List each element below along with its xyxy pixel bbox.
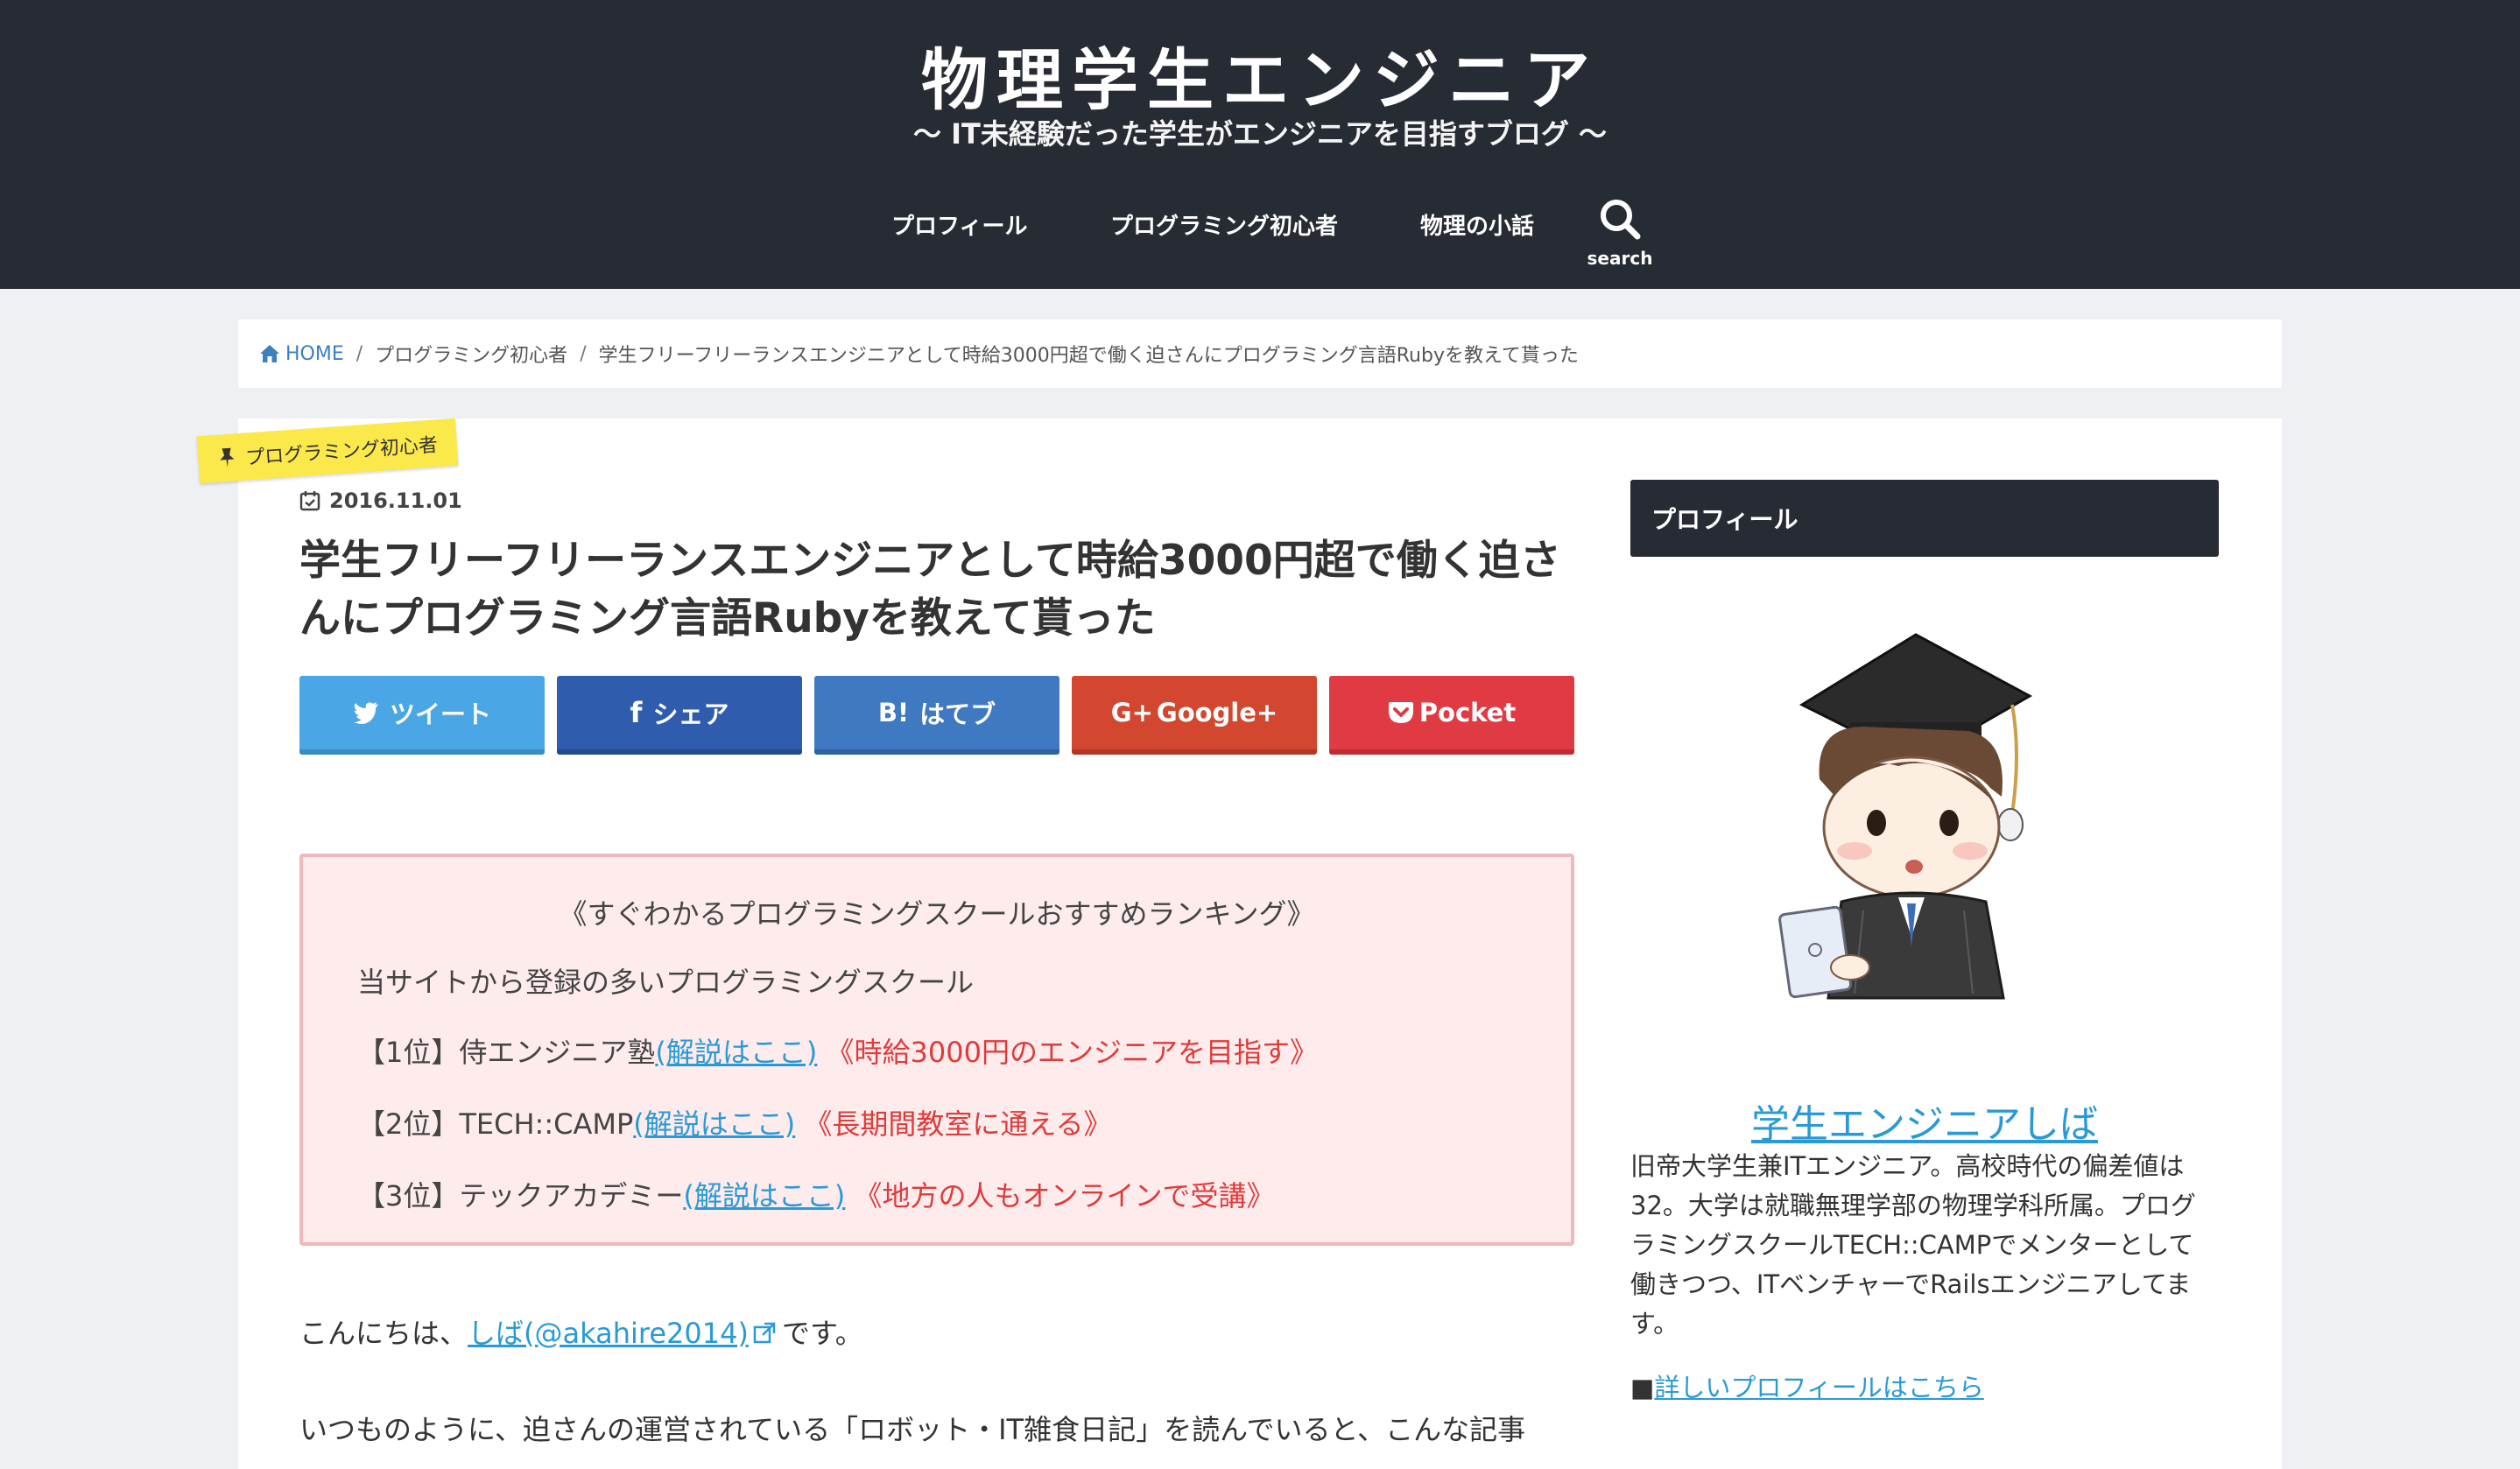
site-header: 物理学生エンジニア ～ IT未経験だった学生がエンジニアを目指すブログ ～ プロ…: [0, 0, 2520, 289]
facebook-icon: f: [630, 696, 643, 729]
sidebar-profile-heading: プロフィール: [1630, 480, 2219, 557]
search-button[interactable]: search: [1585, 197, 1655, 280]
breadcrumb-current: 学生フリーフリーランスエンジニアとして時給3000円超で働く迫さんにプログラミン…: [598, 345, 1579, 367]
external-link-icon: [753, 1322, 776, 1344]
post-title: 学生フリーフリーランスエンジニアとして時給3000円超で働く迫さんにプログラミン…: [299, 537, 1561, 643]
greeting-paragraph: こんにちは、しば(@akahire2014) です。: [299, 1311, 863, 1352]
breadcrumb: HOME / プログラミング初心者 / 学生フリーフリーランスエンジニアとして時…: [238, 320, 2282, 388]
share-twitter-label: ツイート: [389, 699, 491, 729]
greeting-before: こんにちは、: [299, 1317, 468, 1350]
ranking-item-1-note: 《時給3000円のエンジニアを目指す》: [826, 1036, 1318, 1069]
share-facebook-label: シェア: [652, 699, 729, 729]
ranking-item-2-note: 《長期間教室に通える》: [804, 1107, 1112, 1141]
ranking-intro: 当サイトから登録の多いプログラミングスクール: [357, 966, 975, 999]
ranking-heading: 《すぐわかるプログラミングスクールおすすめランキング》: [559, 897, 1315, 931]
body-paragraph: いつものように、迫さんの運営されている「ロボット・IT雑食日記」を読んでいると、…: [299, 1413, 1526, 1446]
profile-more-link[interactable]: 詳しいプロフィールはこちら: [1654, 1373, 1983, 1402]
hatena-icon: B!: [877, 698, 910, 727]
ranking-item-3-note: 《地方の人もオンラインで受講》: [854, 1179, 1275, 1212]
ranking-item-3-rank: 【3位】テックアカデミー: [357, 1179, 684, 1212]
search-icon: [1601, 200, 1641, 240]
post-date-text: 2016.11.01: [329, 488, 462, 513]
nav-item-beginner[interactable]: プログラミング初心者: [1110, 208, 1338, 241]
share-googleplus-label: Google+: [1156, 698, 1278, 727]
ranking-item-1: 【1位】侍エンジニア塾(解説はここ) 《時給3000円のエンジニアを目指す》: [357, 1030, 1318, 1071]
breadcrumb-separator: /: [355, 342, 363, 365]
profile-more: ■詳しいプロフィールはこちら: [1630, 1367, 1984, 1404]
profile-description: 旧帝大学生兼ITエンジニア。高校時代の偏差値は32。大学は就職無理学部の物理学科…: [1630, 1151, 2196, 1339]
profile-name-link[interactable]: 学生エンジニアしば: [1630, 1093, 2219, 1149]
breadcrumb-home-label: HOME: [285, 342, 344, 365]
nav-item-profile[interactable]: プロフィール: [891, 208, 1027, 241]
pin-icon: [220, 447, 235, 467]
share-hatena-button[interactable]: B! はてブ: [814, 676, 1059, 755]
pocket-icon: [1388, 702, 1413, 723]
nav-item-physics[interactable]: 物理の小話: [1420, 208, 1534, 241]
profile-avatar: [1778, 633, 2033, 1000]
breadcrumb-separator: /: [580, 342, 587, 365]
ranking-item-1-link[interactable]: (解説はここ): [655, 1036, 817, 1069]
ranking-item-2: 【2位】TECH::CAMP(解説はここ) 《長期間教室に通える》: [357, 1102, 1111, 1142]
share-googleplus-button[interactable]: G+ Google+: [1072, 676, 1317, 755]
google-plus-icon: G+: [1110, 698, 1153, 727]
ranking-item-3-link[interactable]: (解説はここ): [683, 1179, 845, 1212]
home-icon: [260, 345, 279, 362]
post-date: 2016.11.01: [299, 488, 462, 513]
breadcrumb-home[interactable]: HOME: [259, 343, 344, 365]
ranking-item-2-rank: 【2位】TECH::CAMP: [357, 1107, 634, 1141]
calendar-icon: [299, 491, 320, 511]
ranking-item-3: 【3位】テックアカデミー(解説はここ) 《地方の人もオンラインで受講》: [357, 1174, 1275, 1214]
share-facebook-button[interactable]: f シェア: [557, 676, 802, 755]
share-pocket-button[interactable]: Pocket: [1329, 676, 1574, 755]
greeting-after: です。: [781, 1317, 863, 1350]
share-hatena-label: はてブ: [919, 699, 996, 729]
ranking-box: 《すぐわかるプログラミングスクールおすすめランキング》 当サイトから登録の多いプ…: [299, 854, 1574, 1246]
ranking-item-1-rank: 【1位】侍エンジニア塾: [357, 1036, 656, 1069]
profile-more-bullet: ■: [1630, 1373, 1655, 1402]
author-twitter-link[interactable]: しば(@akahire2014): [468, 1317, 749, 1350]
site-tagline: ～ IT未経験だった学生がエンジニアを目指すブログ ～: [912, 117, 1608, 151]
breadcrumb-category[interactable]: プログラミング初心者: [375, 340, 567, 368]
search-label: search: [1587, 248, 1653, 269]
site-title[interactable]: 物理学生エンジニア: [0, 26, 2520, 123]
share-pocket-label: Pocket: [1418, 698, 1517, 727]
share-twitter-button[interactable]: ツイート: [299, 676, 545, 755]
ranking-item-2-link[interactable]: (解説はここ): [633, 1107, 795, 1141]
category-tag-label: プログラミング初心者: [244, 434, 439, 470]
twitter-icon: [353, 702, 378, 724]
